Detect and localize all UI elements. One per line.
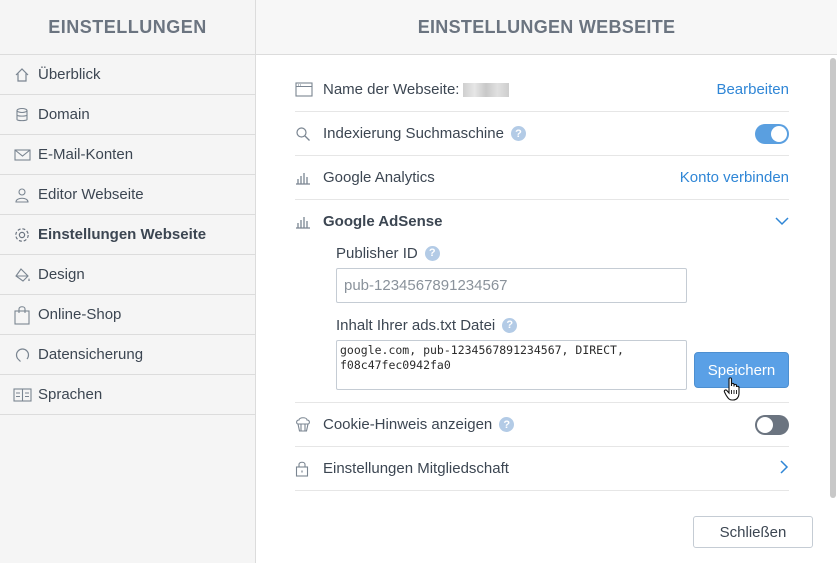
indexing-row: Indexierung Suchmaschine ? [295, 112, 789, 156]
hand-pointer-cursor-icon [723, 376, 743, 406]
shopping-bag-icon [12, 305, 32, 325]
sidebar-item-website-settings[interactable]: Einstellungen Webseite [0, 215, 255, 255]
settings-list: Name der Webseite: Bearbeiten Indexierun… [295, 68, 789, 491]
toggle-knob [771, 125, 787, 142]
page-title: EINSTELLUNGEN WEBSEITE [256, 0, 837, 55]
connect-account-link[interactable]: Konto verbinden [680, 169, 789, 186]
adstxt-label-row: Inhalt Ihrer ads.txt Datei ? [336, 314, 789, 336]
sidebar-title: EINSTELLUNGEN [0, 0, 255, 55]
paint-bucket-icon [12, 265, 32, 285]
sidebar-item-label: Domain [38, 106, 90, 123]
chevron-down-icon[interactable] [775, 213, 789, 230]
database-icon [12, 105, 32, 125]
sidebar-item-backup[interactable]: Datensicherung [0, 335, 255, 375]
main-panel: EINSTELLUNGEN WEBSEITE Name der Webseite… [256, 0, 837, 563]
cookie-label: Cookie-Hinweis anzeigen [323, 416, 493, 433]
chevron-right-icon[interactable] [780, 459, 789, 478]
sidebar-item-domain[interactable]: Domain [0, 95, 255, 135]
user-icon [12, 185, 32, 205]
cookie-toggle[interactable] [755, 414, 789, 435]
sidebar-item-label: Design [38, 266, 85, 283]
publisher-id-input[interactable]: pub-1234567891234567 [336, 268, 687, 303]
sidebar-item-email[interactable]: E-Mail-Konten [0, 135, 255, 175]
sidebar-item-label: Editor Webseite [38, 186, 144, 203]
sidebar-item-languages[interactable]: Sprachen [0, 375, 255, 415]
search-icon [295, 124, 317, 144]
analytics-row: Google Analytics Konto verbinden [295, 156, 789, 200]
membership-label: Einstellungen Mitgliedschaft [323, 460, 509, 477]
help-icon[interactable]: ? [510, 126, 526, 141]
publisher-id-label: Publisher ID [336, 244, 418, 262]
bar-chart-icon [295, 168, 317, 188]
browser-window-icon [295, 80, 317, 100]
scrollbar[interactable] [830, 58, 836, 498]
help-icon[interactable]: ? [499, 417, 515, 432]
indexing-label: Indexierung Suchmaschine [323, 125, 504, 142]
sidebar-item-label: E-Mail-Konten [38, 146, 134, 163]
languages-icon [12, 385, 32, 405]
sidebar: EINSTELLUNGEN Überblick Domain E-Mail-Ko… [0, 0, 256, 563]
publisher-id-label-row: Publisher ID ? [336, 242, 789, 264]
site-name-row: Name der Webseite: Bearbeiten [295, 68, 789, 112]
help-icon[interactable]: ? [424, 245, 440, 261]
lock-icon [295, 459, 317, 479]
help-icon[interactable]: ? [502, 317, 518, 333]
membership-row[interactable]: Einstellungen Mitgliedschaft [295, 447, 789, 491]
site-name-label: Name der Webseite: [323, 81, 460, 98]
gear-icon [12, 225, 32, 245]
sidebar-item-overview[interactable]: Überblick [0, 55, 255, 95]
bar-chart-icon [295, 214, 317, 229]
sidebar-item-label: Online-Shop [38, 306, 122, 323]
cupcake-icon [295, 415, 317, 435]
sidebar-item-editor[interactable]: Editor Webseite [0, 175, 255, 215]
home-icon [12, 65, 32, 85]
cookie-row: Cookie-Hinweis anzeigen ? [295, 403, 789, 447]
sidebar-item-label: Einstellungen Webseite [38, 226, 207, 243]
analytics-label: Google Analytics [323, 169, 435, 186]
site-name-value-blurred [463, 82, 510, 97]
adstxt-label: Inhalt Ihrer ads.txt Datei [336, 316, 496, 334]
sidebar-item-design[interactable]: Design [0, 255, 255, 295]
sidebar-item-shop[interactable]: Online-Shop [0, 295, 255, 335]
mail-icon [12, 145, 32, 165]
sidebar-item-label: Datensicherung [38, 346, 144, 363]
toggle-knob [757, 416, 773, 433]
adstxt-textarea[interactable]: google.com, pub-1234567891234567, DIRECT… [336, 340, 687, 390]
sidebar-item-label: Sprachen [38, 386, 103, 403]
backup-icon [12, 345, 32, 365]
sidebar-item-label: Überblick [38, 66, 101, 83]
indexing-toggle[interactable] [755, 123, 789, 144]
close-button[interactable]: Schließen [693, 516, 813, 548]
adsense-label: Google AdSense [323, 212, 443, 230]
adsense-header[interactable]: Google AdSense [295, 200, 789, 242]
edit-site-name-link[interactable]: Bearbeiten [716, 81, 789, 98]
